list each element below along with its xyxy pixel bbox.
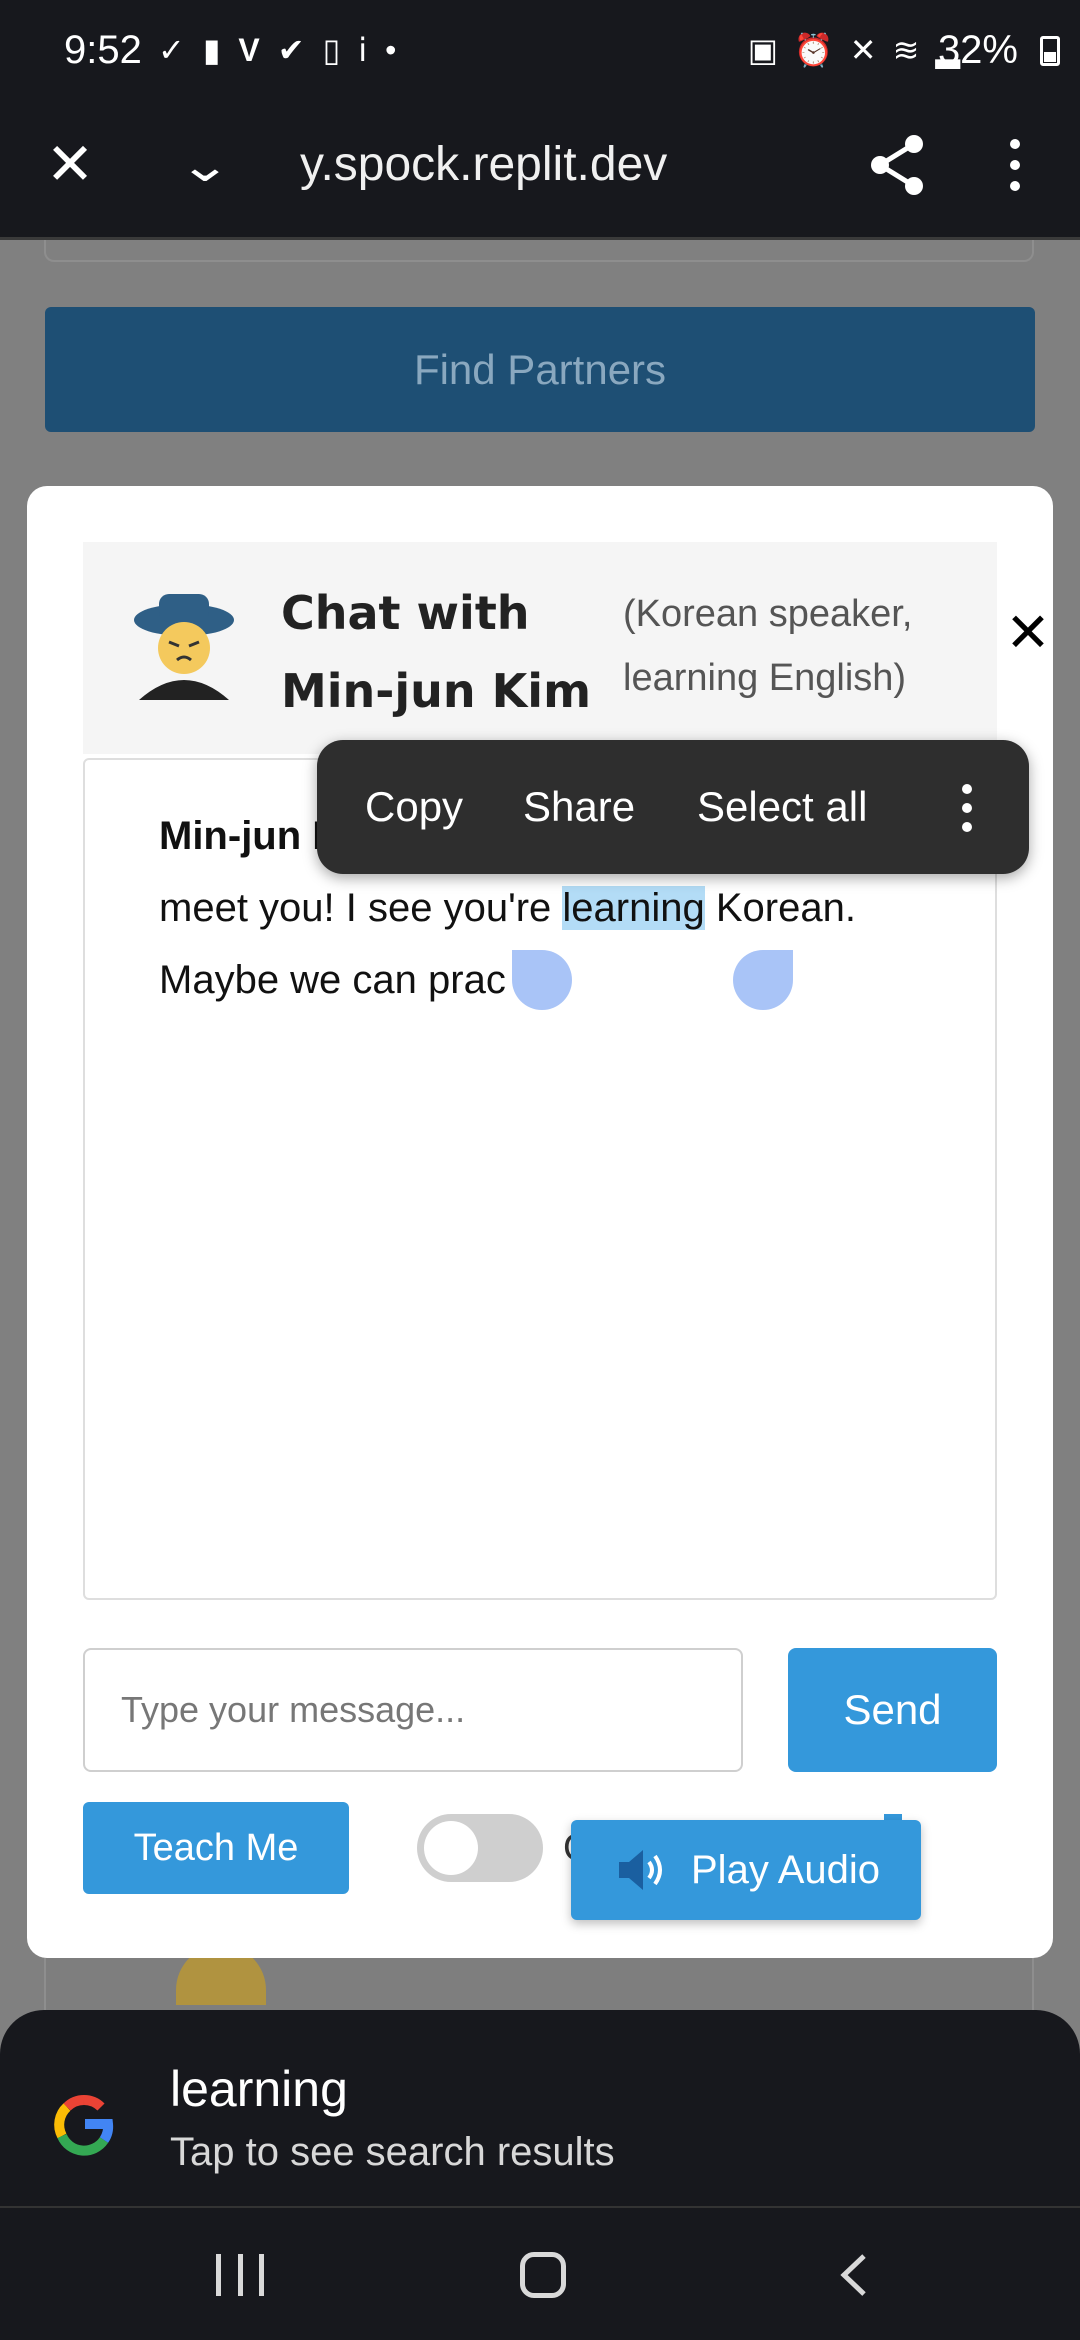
chat-messages[interactable]: Min-jun K meet you! I see you're learnin…: [83, 758, 997, 1600]
selected-text[interactable]: learning: [562, 886, 705, 930]
find-partners-button[interactable]: Find Partners: [45, 307, 1035, 432]
notification-icon: ▮: [202, 32, 221, 68]
clipboard-icon: ▯: [322, 32, 341, 68]
chat-header: Chat with Min-jun Kim (Korean speaker, l…: [83, 542, 1051, 754]
play-audio-label: Play Audio: [691, 1848, 881, 1892]
recents-icon[interactable]: [216, 2254, 264, 2296]
message-sender: Min-jun K: [159, 814, 342, 858]
battery-saver-icon: ▣: [747, 32, 778, 68]
google-icon: [54, 2094, 114, 2156]
selection-handle-start[interactable]: [512, 950, 572, 1010]
status-left-icons: ✓ ▮ V ✔ ▯ ⅰ •: [158, 30, 396, 70]
dot-icon: •: [385, 32, 397, 68]
message-text-2: Korean.: [704, 886, 856, 930]
search-hint: Tap to see search results: [170, 2130, 615, 2174]
avatar: [134, 594, 234, 700]
battery-percent: 32%: [937, 28, 1018, 72]
battery-icon: [1040, 36, 1060, 66]
page-card-edge: [44, 240, 1034, 262]
info-icon: ⅰ: [358, 32, 368, 68]
teach-me-button[interactable]: Teach Me: [83, 1802, 349, 1894]
close-icon[interactable]: ✕: [1003, 606, 1053, 660]
navigation-bar: [0, 2208, 1080, 2340]
status-time: 9:52: [64, 28, 142, 72]
mute-icon: ✕: [849, 32, 877, 68]
speaker-icon: [619, 1850, 662, 1890]
chat-title: Chat with Min-jun Kim: [281, 586, 592, 718]
alarm-icon: ⏰: [793, 32, 834, 68]
chat-subtitle: (Korean speaker, learning English): [623, 593, 913, 699]
message-input[interactable]: [83, 1648, 743, 1772]
check-circle-icon: ✓: [158, 32, 185, 68]
close-tab-icon[interactable]: ✕: [40, 135, 100, 195]
send-button[interactable]: Send: [788, 1648, 997, 1772]
share-menu-item[interactable]: Share: [523, 740, 635, 874]
wifi-icon: ≋: [892, 32, 920, 68]
mode-toggle[interactable]: [417, 1814, 543, 1882]
v-icon: V: [238, 32, 260, 68]
message-text-1: meet you! I see you're: [159, 886, 563, 930]
play-audio-button[interactable]: Play Audio: [571, 1820, 921, 1920]
verified-icon: ✔: [277, 32, 305, 68]
status-bar: 9:52 ✓ ▮ V ✔ ▯ ⅰ • ▣ ⏰ ✕ ≋ ▂ 32%: [0, 0, 1080, 110]
chat-modal: Chat with Min-jun Kim (Korean speaker, l…: [27, 486, 1053, 1958]
status-right-icons: ▣ ⏰ ✕ ≋ ▂: [748, 30, 960, 70]
selection-handle-end[interactable]: [733, 950, 793, 1010]
url-text[interactable]: y.spock.replit.dev: [300, 132, 667, 198]
browser-toolbar: ✕ ⌄ y.spock.replit.dev: [0, 110, 1080, 240]
more-vert-icon[interactable]: [957, 784, 977, 832]
chevron-down-icon[interactable]: ⌄: [156, 135, 254, 195]
text-selection-menu: Copy Share Select all: [317, 740, 1029, 874]
select-all-menu-item[interactable]: Select all: [697, 740, 867, 874]
share-icon[interactable]: [862, 130, 932, 200]
copy-menu-item[interactable]: Copy: [365, 740, 463, 874]
search-word: learning: [170, 2061, 348, 2117]
more-options-icon[interactable]: [1000, 135, 1030, 195]
home-icon[interactable]: [520, 2252, 566, 2298]
toggle-knob: [424, 1821, 478, 1875]
back-icon[interactable]: [832, 2252, 878, 2298]
search-sheet[interactable]: learning Tap to see search results: [0, 2010, 1080, 2208]
